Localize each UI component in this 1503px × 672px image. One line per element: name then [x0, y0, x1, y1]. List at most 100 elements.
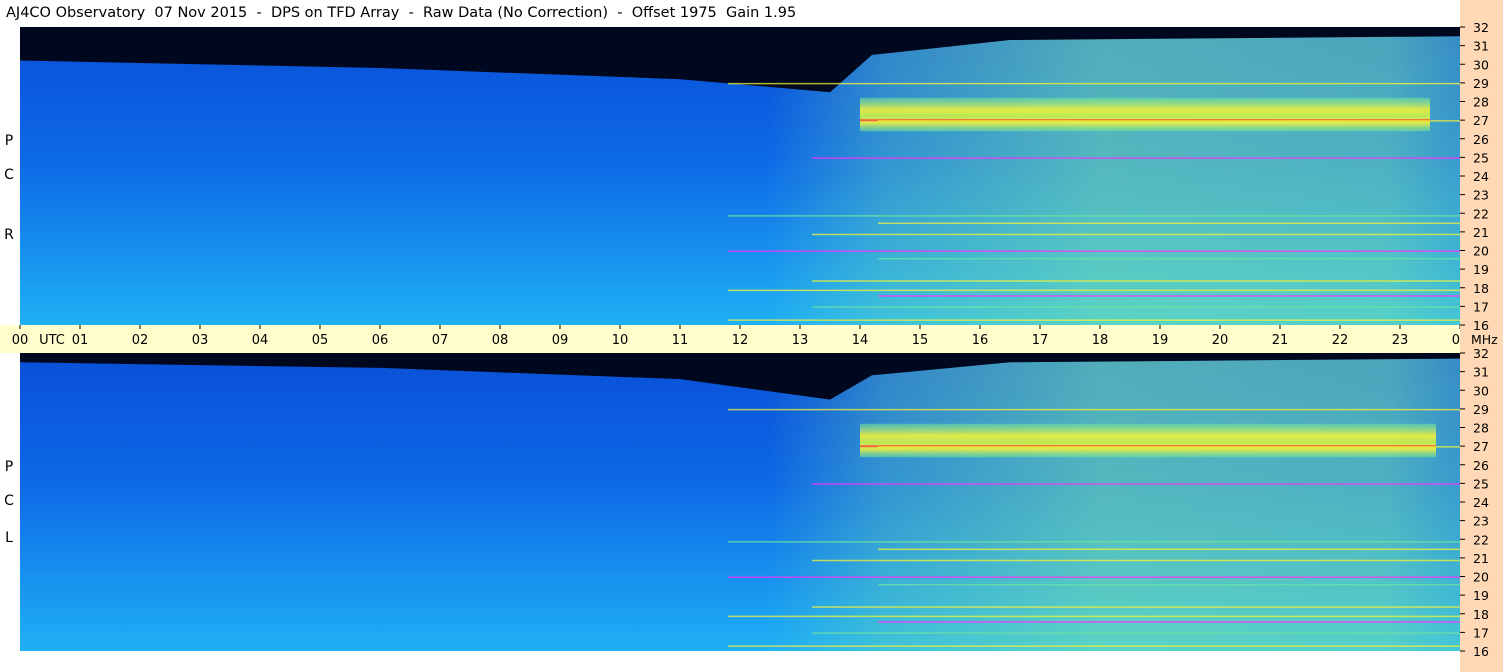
rcp-label: R C P: [0, 27, 18, 325]
interference-line: [812, 306, 1460, 308]
lcp-label: L C P: [0, 353, 18, 651]
freq-tick-label: 32: [1473, 346, 1489, 361]
time-tick-label: 10: [612, 333, 629, 348]
time-tick-label: 15: [912, 333, 929, 348]
lcp-label-letter-1: L: [5, 530, 13, 546]
interference-line: [728, 82, 1460, 85]
freq-tick-label: 21: [1473, 551, 1489, 566]
daytime-noise-overlay: [20, 353, 1460, 651]
time-tick-label: 11: [672, 333, 689, 348]
freq-tick-label: 17: [1473, 299, 1489, 314]
freq-tick-label: 30: [1473, 383, 1489, 398]
interference-line: [728, 541, 1460, 543]
time-tick-label: 14: [852, 333, 869, 348]
freq-tick-label: 19: [1473, 262, 1489, 277]
freq-tick-label: 24: [1473, 169, 1489, 184]
time-tick-label: 17: [1032, 333, 1049, 348]
freq-tick-label: 28: [1473, 95, 1489, 110]
rcp-spectrogram: [20, 27, 1460, 325]
time-tick-label: 06: [372, 333, 389, 348]
time-tick-label: 07: [432, 333, 449, 348]
interference-line: [878, 120, 1460, 122]
time-tick-label: 02: [132, 333, 149, 348]
time-axis: 00 01 02 03 04 05 06 07 08 09 10 11 12 13 14 15 16 17 18 19…: [0, 325, 1461, 353]
bright-signal-band: [860, 423, 1436, 458]
rcp-label-letter-1: R: [4, 227, 14, 243]
interference-line: [728, 289, 1460, 292]
freq-tick-label: 19: [1473, 588, 1489, 603]
time-tick-label: 00: [12, 333, 29, 348]
freq-tick-label: 29: [1473, 402, 1489, 417]
interference-line: [878, 621, 1460, 623]
interference-line: [812, 157, 1460, 159]
frequency-axis-ticks: 32 31 30 29 28 27 26 25 24 23 22 21 20 19 18 17 16 32 31 30…: [1460, 20, 1498, 659]
interference-line: [728, 645, 1460, 647]
interference-line: [812, 483, 1460, 485]
rcp-label-letter-2: C: [4, 167, 14, 183]
freq-unit-label: MHz: [1471, 332, 1498, 347]
freq-tick-label: 26: [1473, 132, 1489, 147]
freq-tick-label: 20: [1473, 570, 1489, 585]
time-tick-label: 09: [552, 333, 569, 348]
freq-tick-label: 22: [1473, 206, 1489, 221]
interference-line: [812, 559, 1460, 562]
time-tick-label: 13: [792, 333, 809, 348]
interference-line: [878, 295, 1460, 297]
interference-line: [812, 632, 1460, 634]
interference-line: [728, 615, 1460, 618]
freq-tick-label: 18: [1473, 281, 1489, 296]
interference-line: [878, 548, 1460, 551]
time-tick-label: 03: [192, 333, 209, 348]
freq-tick-label: 24: [1473, 495, 1489, 510]
interference-line: [728, 408, 1460, 411]
time-axis-ticks: 00 01 02 03 04 05 06 07 08 09 10 11 12 13 14 15 16 17 18 19…: [12, 325, 1461, 348]
interference-line: [878, 446, 1460, 448]
time-unit-label: UTC: [39, 333, 65, 348]
freq-tick-label: 30: [1473, 57, 1489, 72]
interference-line: [878, 257, 1460, 260]
freq-tick-label: 22: [1473, 532, 1489, 547]
freq-tick-label: 26: [1473, 458, 1489, 473]
interference-line: [728, 250, 1460, 252]
time-tick-label: 18: [1092, 333, 1109, 348]
freq-tick-label: 28: [1473, 421, 1489, 436]
interference-line: [728, 319, 1460, 321]
interference-line: [878, 222, 1460, 225]
lcp-spectrogram-plot: [20, 353, 1460, 651]
frequency-axis: 32 31 30 29 28 27 26 25 24 23 22 21 20 19 18 17 16 32 31 30…: [1460, 0, 1503, 672]
lcp-label-letter-3: P: [4, 459, 14, 475]
time-tick-label: 05: [312, 333, 329, 348]
freq-tick-label: 29: [1473, 76, 1489, 91]
freq-tick-label: 17: [1473, 625, 1489, 640]
time-tick-label: 22: [1332, 333, 1349, 348]
time-tick-label: 04: [252, 333, 269, 348]
freq-tick-label: 23: [1473, 514, 1489, 529]
freq-tick-label: 21: [1473, 225, 1489, 240]
chart-title: AJ4CO Observatory 07 Nov 2015 - DPS on T…: [6, 5, 797, 21]
freq-tick-label: 25: [1473, 150, 1489, 165]
time-tick-label: 01: [72, 333, 89, 348]
rcp-spectrogram-plot: [20, 27, 1460, 325]
freq-tick-label: 31: [1473, 365, 1489, 380]
freq-tick-label: 31: [1473, 39, 1489, 54]
interference-line: [728, 215, 1460, 217]
time-tick-label: 23: [1392, 333, 1409, 348]
time-tick-label: 12: [732, 333, 749, 348]
rcp-label-letter-3: P: [4, 133, 14, 149]
freq-tick-label: 23: [1473, 188, 1489, 203]
interference-line: [728, 576, 1460, 578]
interference-line: [812, 233, 1460, 236]
freq-tick-label: 18: [1473, 607, 1489, 622]
time-tick-label: 19: [1152, 333, 1169, 348]
lcp-label-letter-2: C: [4, 493, 14, 509]
freq-tick-label: 32: [1473, 20, 1489, 35]
time-tick-label: 16: [972, 333, 989, 348]
interference-line: [878, 583, 1460, 586]
freq-tick-label: 25: [1473, 476, 1489, 491]
freq-tick-label: 27: [1473, 439, 1489, 454]
interference-line: [812, 280, 1460, 282]
time-tick-label: 08: [492, 333, 509, 348]
time-tick-label: 21: [1272, 333, 1289, 348]
time-tick-label: 20: [1212, 333, 1229, 348]
bright-signal-band: [860, 97, 1430, 132]
